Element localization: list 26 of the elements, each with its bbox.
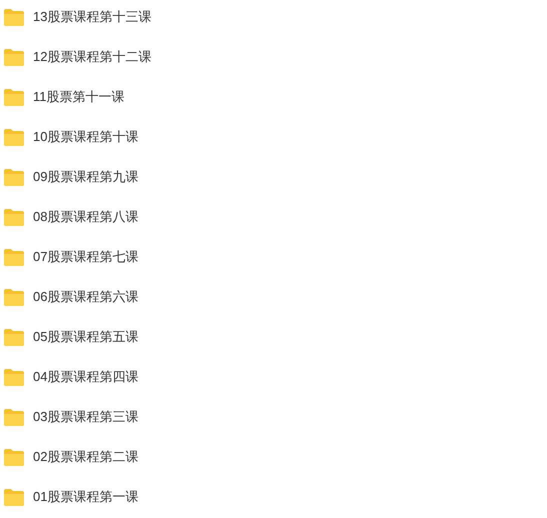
folder-icon	[4, 208, 24, 226]
folder-name[interactable]: 04股票课程第四课	[33, 367, 138, 387]
folder-name[interactable]: 05股票课程第五课	[33, 327, 138, 347]
folder-icon	[4, 448, 24, 466]
folder-icon	[4, 48, 24, 66]
folder-icon	[4, 368, 24, 386]
folder-icon	[4, 128, 24, 146]
folder-icon	[4, 8, 24, 26]
folder-icon	[4, 328, 24, 346]
folder-name[interactable]: 13股票课程第十三课	[33, 7, 152, 27]
folder-name[interactable]: 08股票课程第八课	[33, 207, 138, 227]
folder-icon	[4, 248, 24, 266]
folder-icon	[4, 88, 24, 106]
folder-icon	[4, 288, 24, 306]
folder-name[interactable]: 01股票课程第一课	[33, 487, 138, 507]
folder-icon	[4, 488, 24, 506]
folder-name[interactable]: 03股票课程第三课	[33, 407, 138, 427]
folder-name[interactable]: 10股票课程第十课	[33, 127, 138, 147]
folder-icon	[4, 168, 24, 186]
folder-name[interactable]: 12股票课程第十二课	[33, 47, 152, 67]
folder-name[interactable]: 11股票第十一课	[33, 87, 124, 107]
folder-icon	[4, 408, 24, 426]
folder-name[interactable]: 06股票课程第六课	[33, 287, 138, 307]
folder-name[interactable]: 09股票课程第九课	[33, 167, 138, 187]
folder-name[interactable]: 07股票课程第七课	[33, 247, 138, 267]
folder-name[interactable]: 02股票课程第二课	[33, 447, 138, 467]
